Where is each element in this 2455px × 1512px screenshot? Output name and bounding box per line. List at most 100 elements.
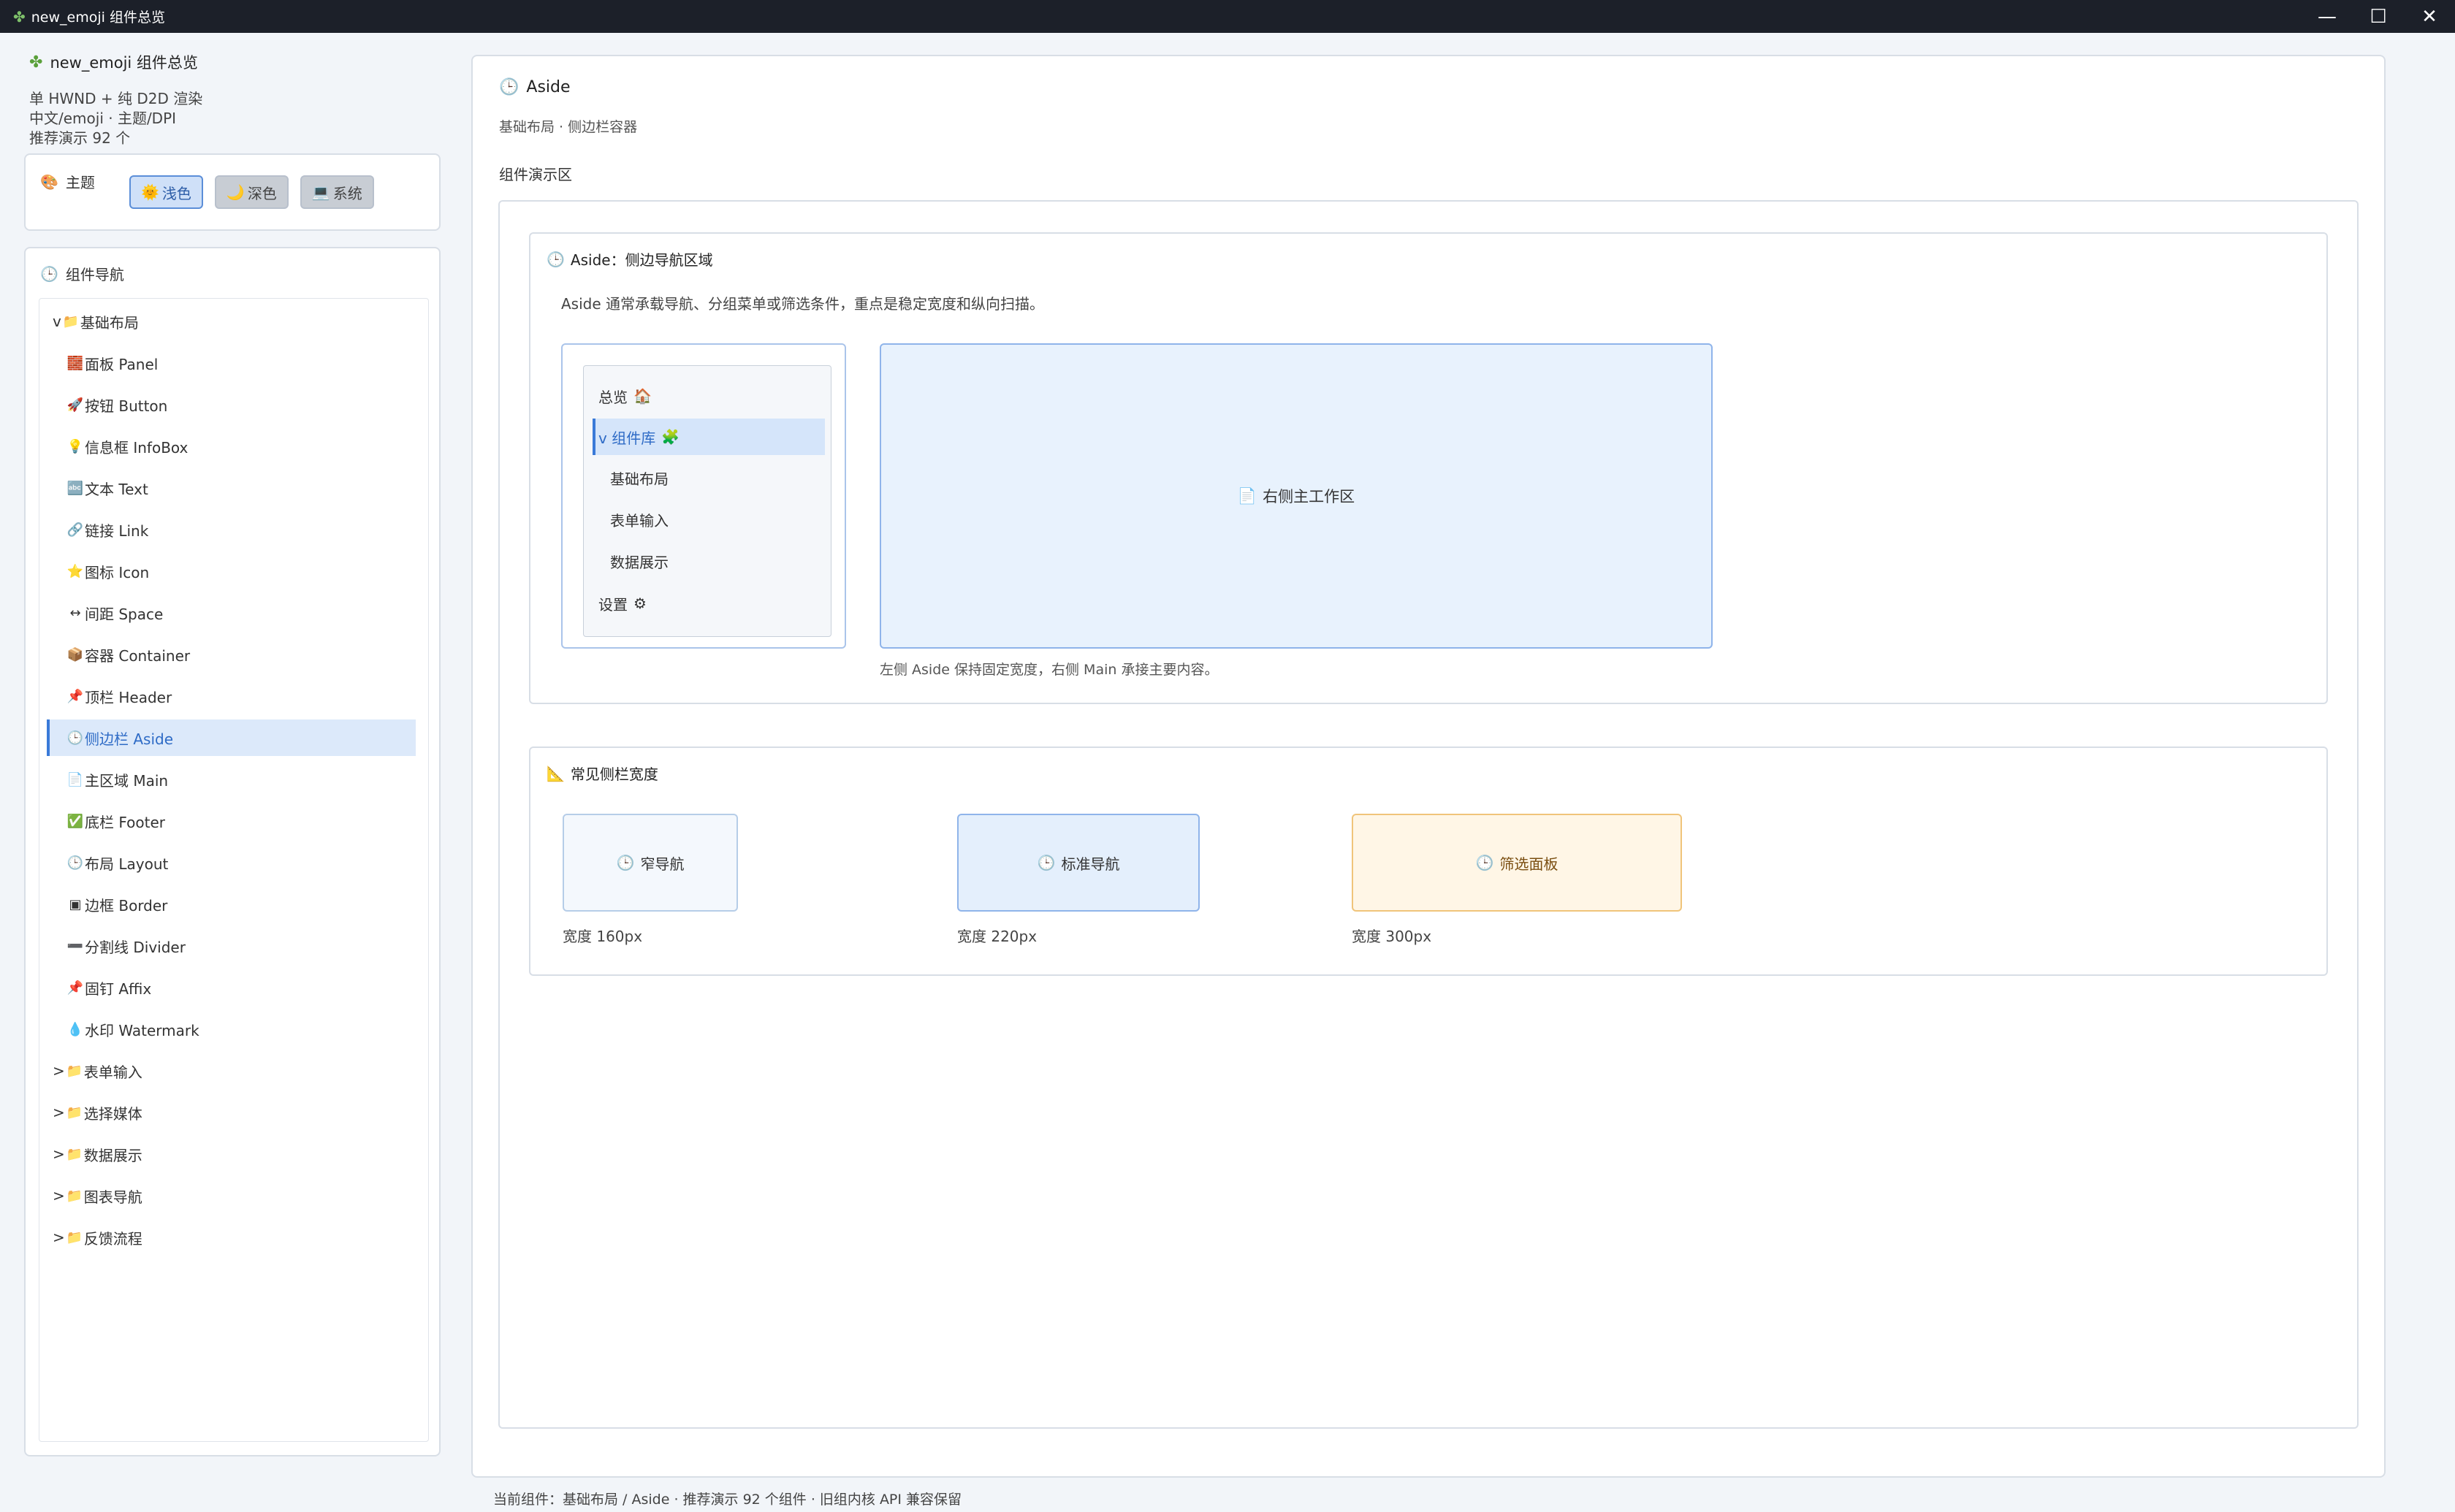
nav-item-label: 间距 Space: [85, 605, 164, 623]
collapse-icon: >: [53, 1145, 65, 1163]
item-icon: ✅: [66, 813, 84, 829]
puzzle-icon: ✤: [13, 7, 26, 26]
narrow-nav-card: 🕒 窄导航: [563, 814, 738, 912]
status-bar: 当前组件：基础布局 / Aside · 推荐演示 92 个组件 · 旧组内核 A…: [493, 1492, 962, 1508]
nav-title: 🕒 组件导航: [40, 263, 124, 284]
item-icon: 🚀: [66, 397, 84, 413]
theme-light-button[interactable]: 🌞 浅色: [129, 175, 203, 209]
nav-item-label: 数据展示: [83, 1146, 142, 1164]
main-panel: 🕒 Aside 基础布局 · 侧边栏容器 组件演示区 🕒 Aside：侧边导航区…: [471, 55, 2386, 1478]
demo-nav-item[interactable]: 设置 ⚙: [593, 585, 825, 622]
clock-icon: 🕒: [1475, 854, 1494, 871]
nav-folder[interactable]: > 📁 数据展示: [47, 1136, 416, 1172]
nav-item-label: 面板 Panel: [85, 355, 159, 373]
demo-nav-item[interactable]: 数据展示: [593, 543, 825, 579]
close-button[interactable]: ✕: [2404, 0, 2455, 33]
folder-icon: 📁: [66, 1229, 83, 1245]
demo-main-area: 📄 右侧主工作区: [880, 343, 1713, 649]
document-icon: 📄: [1237, 486, 1257, 505]
section-description: Aside 通常承载导航、分组菜单或筛选条件，重点是稳定宽度和纵向扫描。: [561, 295, 1045, 313]
nav-item-label: 分割线 Divider: [85, 938, 186, 956]
maximize-button[interactable]: ☐: [2353, 0, 2404, 33]
theme-label: 🎨 主题: [40, 171, 95, 192]
nav-folder[interactable]: > 📁 表单输入: [47, 1053, 416, 1089]
nav-title-text: 组件导航: [65, 266, 124, 283]
demo-nav-label: 基础布局: [610, 470, 669, 488]
nav-item[interactable]: 🔤 文本 Text: [47, 470, 416, 506]
nav-item[interactable]: 🕒 布局 Layout: [47, 844, 416, 881]
nav-folder[interactable]: > 📁 反馈流程: [47, 1219, 416, 1256]
puzzle-icon: ✤: [29, 53, 43, 72]
info-line: 推荐演示 92 个: [29, 129, 131, 147]
nav-item-label: 表单输入: [83, 1063, 142, 1081]
nav-item-label: 基础布局: [80, 313, 139, 332]
component-title: 🕒 Aside: [499, 78, 571, 96]
component-subtitle: 基础布局 · 侧边栏容器: [499, 119, 638, 135]
nav-item[interactable]: ↔ 间距 Space: [47, 595, 416, 631]
item-icon: ▣: [69, 896, 82, 912]
clock-icon: 🕒: [616, 854, 635, 871]
nav-item[interactable]: ▣ 边框 Border: [47, 886, 416, 923]
demo-nav-item[interactable]: v 组件库 🧩: [593, 419, 825, 455]
item-icon: 💧: [66, 1021, 84, 1037]
card-width-label: 宽度 300px: [1352, 928, 1432, 945]
folder-icon: 📁: [66, 1104, 83, 1120]
theme-light-label: 浅色: [161, 184, 191, 202]
theme-panel: 🎨 主题 🌞 浅色 🌙 深色 💻 系统: [24, 153, 441, 231]
demo-area-label: 组件演示区: [499, 166, 572, 183]
card-label: 筛选面板: [1499, 855, 1558, 873]
nav-item[interactable]: 💡 信息框 InfoBox: [47, 428, 416, 465]
item-icon: 📄: [66, 771, 84, 787]
demo-nav-label: 数据展示: [610, 553, 669, 571]
laptop-icon: 💻: [311, 183, 330, 201]
nav-folder[interactable]: > 📁 选择媒体: [47, 1094, 416, 1131]
nav-item-label: 图标 Icon: [85, 563, 150, 581]
nav-item[interactable]: 💧 水印 Watermark: [47, 1011, 416, 1047]
nav-item-label: 图表导航: [83, 1188, 142, 1206]
demo-nav-label: 表单输入: [610, 511, 669, 530]
nav-item[interactable]: 📌 固钉 Affix: [47, 969, 416, 1006]
folder-icon: 📁: [66, 1063, 83, 1079]
theme-label-text: 主题: [65, 174, 95, 191]
nav-item[interactable]: 🔗 链接 Link: [47, 511, 416, 548]
nav-item-label: 按钮 Button: [85, 397, 168, 415]
folder-icon: 📁: [62, 313, 80, 329]
nav-item[interactable]: 🕒 侧边栏 Aside: [47, 719, 416, 756]
nav-item[interactable]: 📌 顶栏 Header: [47, 678, 416, 714]
palette-icon: 🎨: [40, 172, 58, 191]
item-icon: ➖: [66, 938, 84, 954]
app-name-row: ✤ new_emoji 组件总览: [29, 51, 438, 73]
sidebar-header: ✤ new_emoji 组件总览 单 HWND + 纯 D2D 渲染 中文/em…: [29, 51, 438, 148]
nav-item[interactable]: 🧱 面板 Panel: [47, 345, 416, 381]
nav-item-label: 水印 Watermark: [85, 1021, 199, 1039]
nav-item[interactable]: ➖ 分割线 Divider: [47, 928, 416, 964]
collapse-icon: >: [53, 1062, 65, 1080]
nav-item-label: 底栏 Footer: [85, 813, 165, 831]
theme-dark-button[interactable]: 🌙 深色: [214, 175, 289, 209]
nav-tree[interactable]: v 📁 基础布局 🧱 面板 Panel 🚀 按钮 Button 💡 信息框 InfoBox 🔤 文本…: [39, 298, 429, 1442]
nav-item[interactable]: ⭐ 图标 Icon: [47, 553, 416, 589]
demo-nav-icon: 🧩: [661, 428, 680, 446]
demo-nav-item[interactable]: 基础布局: [593, 459, 825, 496]
window-controls: — ☐ ✕: [2302, 0, 2455, 33]
standard-nav-card: 🕒 标准导航: [957, 814, 1200, 912]
card-label: 窄导航: [640, 855, 685, 873]
nav-item-label: 固钉 Affix: [85, 980, 152, 998]
nav-item[interactable]: 🚀 按钮 Button: [47, 386, 416, 423]
info-line: 中文/emoji · 主题/DPI: [29, 110, 177, 127]
nav-folder[interactable]: > 📁 图表导航: [47, 1177, 416, 1214]
demo-nav-item[interactable]: 总览 🏠: [593, 378, 825, 414]
nav-item-label: 选择媒体: [83, 1104, 142, 1123]
nav-item[interactable]: 📦 容器 Container: [47, 636, 416, 673]
item-icon: 📌: [66, 688, 84, 704]
demo-nav-item[interactable]: 表单输入: [593, 501, 825, 538]
theme-system-button[interactable]: 💻 系统: [300, 175, 374, 209]
nav-item-label: 信息框 InfoBox: [85, 438, 189, 457]
clock-icon: 🕒: [40, 264, 58, 283]
minimize-button[interactable]: —: [2302, 0, 2353, 33]
nav-folder[interactable]: v 📁 基础布局: [47, 303, 416, 340]
collapse-icon: >: [53, 1187, 65, 1204]
nav-item[interactable]: ✅ 底栏 Footer: [47, 803, 416, 839]
item-icon: 🔤: [66, 480, 84, 496]
nav-item[interactable]: 📄 主区域 Main: [47, 761, 416, 798]
